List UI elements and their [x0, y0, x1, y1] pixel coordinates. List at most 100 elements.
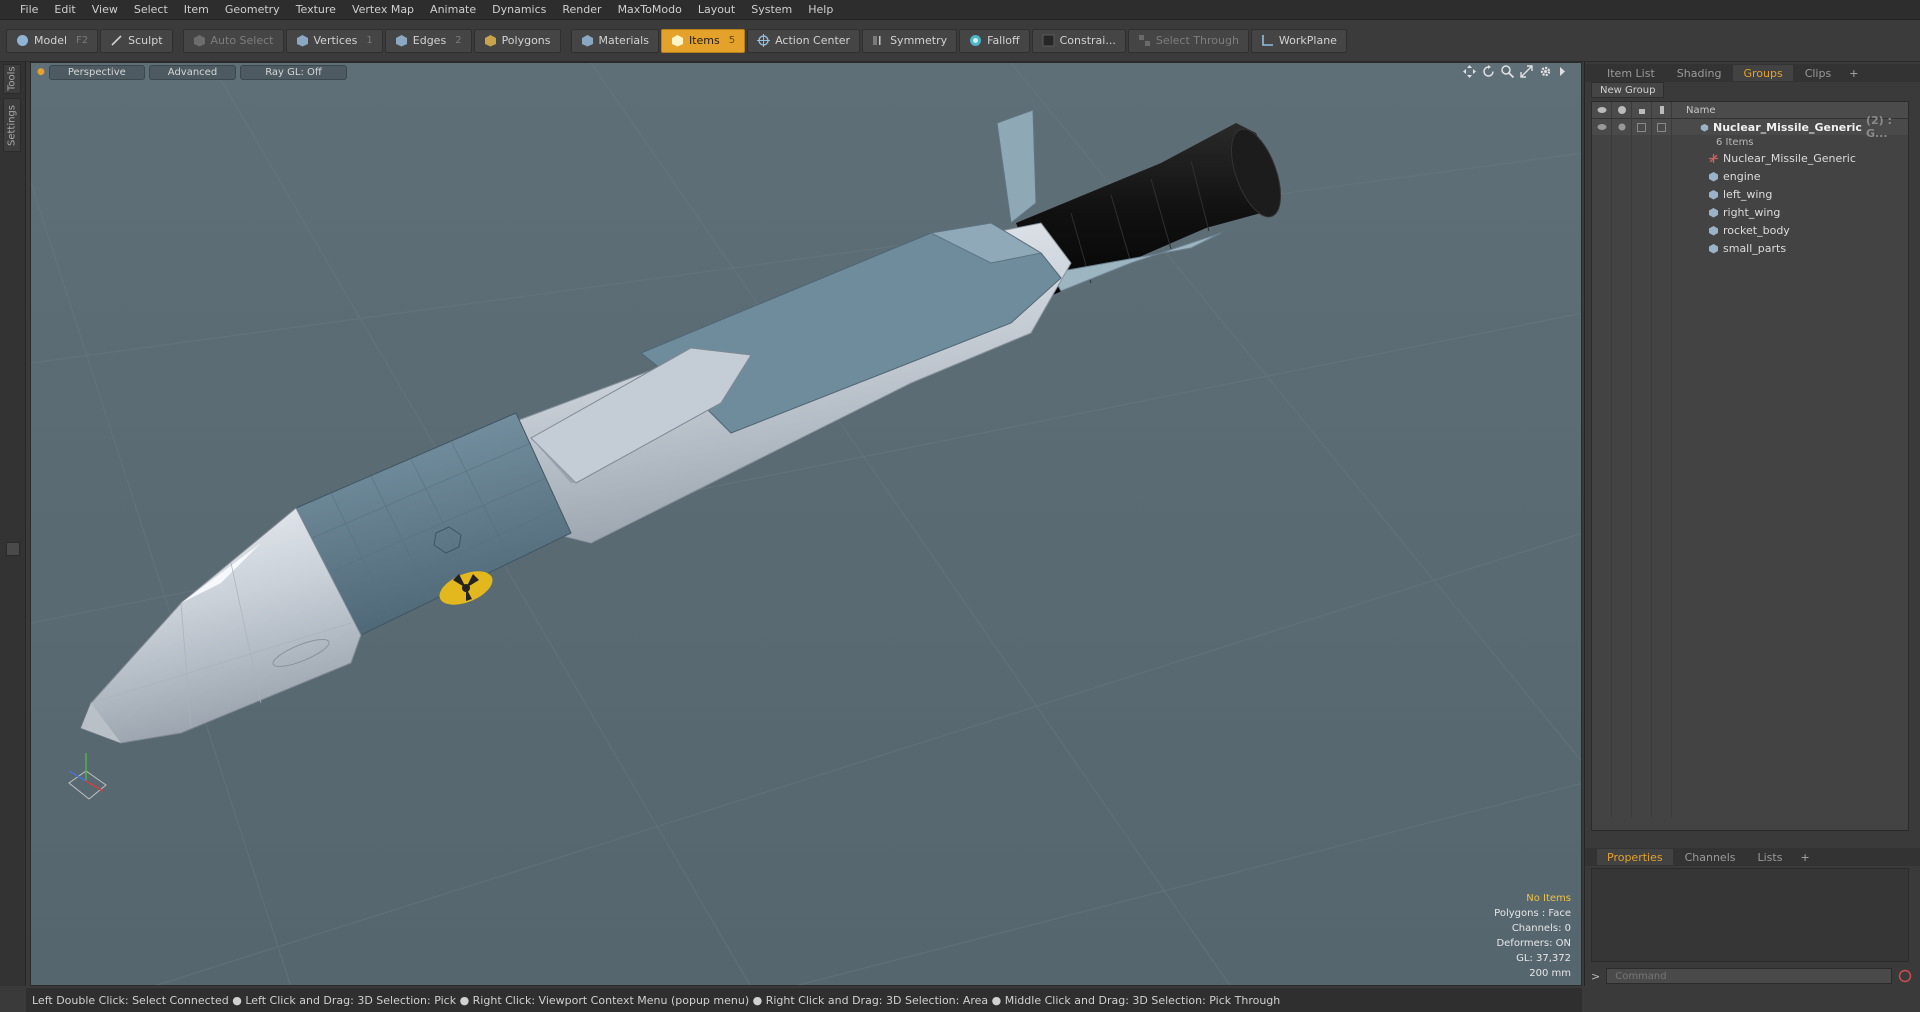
tab-clips[interactable]: Clips [1795, 65, 1842, 81]
sculpt-button[interactable]: Sculpt [100, 28, 173, 53]
group-item-count: 6 Items [1716, 136, 1754, 148]
vertex-icon [296, 35, 308, 47]
auto-select-button[interactable]: Auto Select [182, 28, 284, 53]
items-label: Items [688, 34, 720, 47]
menu-maxtomodo[interactable]: MaxToModo [610, 0, 690, 20]
3d-viewport[interactable]: ● Perspective Advanced Ray GL: Off No It… [30, 62, 1582, 986]
rotate-view-icon[interactable] [1482, 65, 1495, 78]
add-tab-icon[interactable]: + [1794, 849, 1815, 865]
add-tab-icon[interactable]: + [1843, 65, 1864, 81]
lock-toggle[interactable] [1632, 119, 1652, 135]
menu-vertex-map[interactable]: Vertex Map [344, 0, 422, 20]
tools-tab[interactable]: Tools [3, 64, 21, 94]
vertices-button[interactable]: Vertices 1 [285, 28, 383, 53]
menu-texture[interactable]: Texture [288, 0, 344, 20]
menu-item[interactable]: Item [176, 0, 217, 20]
item-label: small_parts [1723, 241, 1787, 255]
eye-icon[interactable] [1592, 119, 1612, 135]
gear-icon[interactable] [1539, 65, 1552, 78]
menu-system[interactable]: System [743, 0, 800, 20]
visibility-column-icon[interactable] [1592, 102, 1612, 119]
mesh-icon [1709, 225, 1718, 235]
viewport-info-overlay: No Items Polygons : Face Channels: 0 Def… [1494, 891, 1571, 981]
polygons-button[interactable]: Polygons [473, 28, 561, 53]
viewport-arrow-icon[interactable] [1558, 65, 1567, 78]
menu-animate[interactable]: Animate [422, 0, 484, 20]
menu-edit[interactable]: Edit [46, 0, 83, 20]
item-label: engine [1723, 169, 1761, 183]
select-toggle[interactable] [1652, 119, 1672, 135]
command-input[interactable] [1606, 968, 1893, 984]
view-mode-button[interactable]: Perspective [48, 64, 145, 80]
menu-file[interactable]: File [12, 0, 46, 20]
menu-render[interactable]: Render [554, 0, 609, 20]
move-view-icon[interactable] [1463, 65, 1476, 78]
group-name-label: Nuclear_Missile_Generic [1713, 120, 1862, 134]
status-bar: Left Double Click: Select Connected ● Le… [26, 988, 1582, 1012]
tab-shading[interactable]: Shading [1667, 65, 1732, 81]
workplane-button[interactable]: WorkPlane [1250, 28, 1347, 53]
zoom-view-icon[interactable] [1501, 65, 1514, 78]
item-label: rocket_body [1723, 223, 1790, 237]
new-group-button[interactable]: New Group [1591, 82, 1665, 98]
polygons-info: Polygons : Face [1494, 908, 1571, 919]
symmetry-label: Symmetry [890, 34, 948, 47]
lock-column-icon[interactable] [1632, 102, 1652, 119]
command-run-icon[interactable] [1898, 969, 1912, 983]
list-item[interactable]: small_parts [1592, 239, 1908, 257]
workplane-label: WorkPlane [1278, 34, 1337, 47]
settings-tab[interactable]: Settings [3, 98, 21, 152]
menu-help[interactable]: Help [800, 0, 841, 20]
select-column-icon[interactable] [1652, 102, 1672, 119]
menu-view[interactable]: View [84, 0, 126, 20]
crosshair-icon [757, 34, 771, 47]
list-item[interactable]: engine [1592, 167, 1908, 185]
falloff-button[interactable]: Falloff [959, 28, 1030, 53]
group-row[interactable]: Nuclear_Missile_Generic (2) : G... [1592, 114, 1908, 140]
constraint-icon [1042, 34, 1055, 47]
item-icon [671, 35, 683, 47]
raygl-button[interactable]: Ray GL: Off [240, 64, 347, 80]
workplane-icon [1262, 35, 1273, 46]
edges-button[interactable]: Edges 2 [384, 28, 472, 53]
model-button[interactable]: Model F2 [6, 28, 99, 53]
render-column-icon[interactable] [1612, 102, 1632, 119]
mesh-icon [1709, 207, 1718, 217]
action-center-button[interactable]: Action Center [747, 28, 861, 53]
falloff-icon [970, 35, 982, 46]
command-prompt: > [1591, 969, 1601, 983]
menu-layout[interactable]: Layout [690, 0, 743, 20]
list-item[interactable]: rocket_body [1592, 221, 1908, 239]
select-through-button[interactable]: Select Through [1127, 28, 1249, 53]
shading-mode-button[interactable]: Advanced [148, 64, 237, 80]
constraints-button[interactable]: Constrai... [1031, 28, 1126, 53]
menu-dynamics[interactable]: Dynamics [484, 0, 554, 20]
tab-lists[interactable]: Lists [1748, 849, 1793, 865]
vertices-shortcut: 1 [366, 35, 373, 46]
gl-info: GL: 37,372 [1516, 953, 1571, 964]
material-icon [581, 35, 593, 47]
list-item[interactable]: left_wing [1592, 185, 1908, 203]
list-empty-area [1592, 257, 1908, 817]
tab-properties[interactable]: Properties [1597, 849, 1673, 865]
viewport-menu-icon[interactable]: ● [37, 67, 45, 77]
properties-panel-tabs: Properties Channels Lists + [1585, 848, 1920, 866]
maximize-view-icon[interactable] [1520, 65, 1533, 78]
materials-label: Materials [598, 34, 649, 47]
render-toggle-icon[interactable] [1612, 119, 1632, 135]
groups-list: Name Nuclear_Missile_Generic (2) : G... … [1591, 101, 1909, 831]
list-item[interactable]: right_wing [1592, 203, 1908, 221]
deformers-info: Deformers: ON [1496, 938, 1571, 949]
tab-groups[interactable]: Groups [1733, 65, 1793, 81]
list-item[interactable]: Nuclear_Missile_Generic [1592, 149, 1908, 167]
collapse-handle[interactable] [6, 542, 20, 556]
channels-info: Channels: 0 [1511, 923, 1571, 934]
tab-channels[interactable]: Channels [1675, 849, 1746, 865]
menu-geometry[interactable]: Geometry [217, 0, 288, 20]
tab-item-list[interactable]: Item List [1597, 65, 1665, 81]
menu-select[interactable]: Select [126, 0, 176, 20]
materials-button[interactable]: Materials [570, 28, 659, 53]
symmetry-button[interactable]: Symmetry [862, 28, 958, 53]
items-button[interactable]: Items 5 [660, 28, 746, 53]
selection-info: No Items [1526, 893, 1571, 904]
